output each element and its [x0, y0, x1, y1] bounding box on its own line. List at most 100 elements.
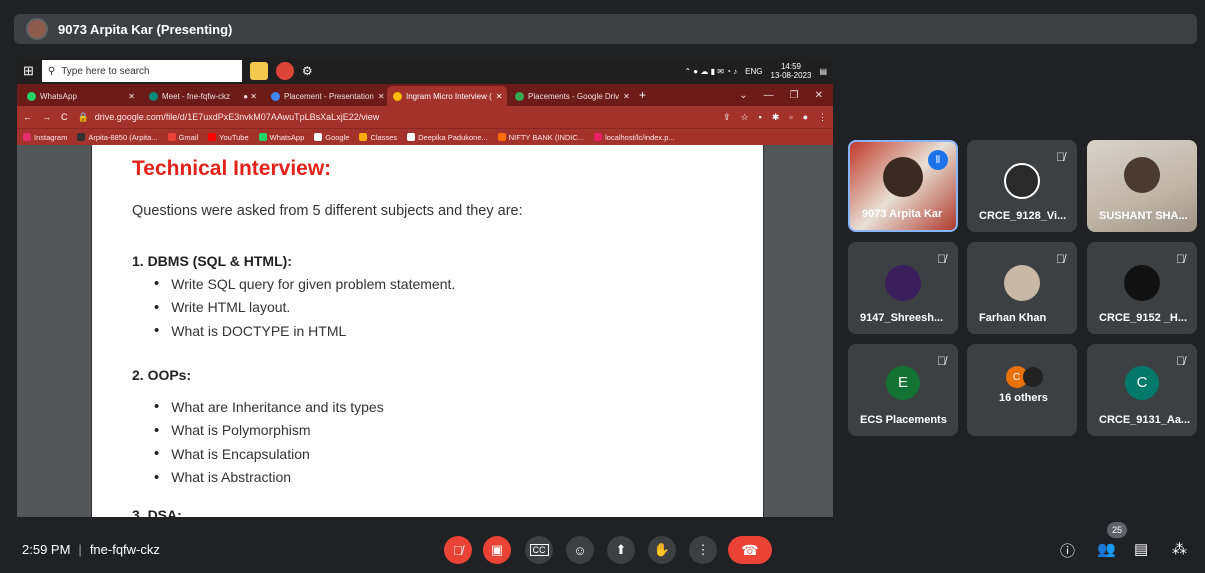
leave-call-button[interactable]: ☎: [728, 536, 772, 564]
activities-icon: ⁂: [1172, 541, 1187, 558]
tab-favicon-icon: [515, 91, 524, 101]
list-item: What are Inheritance and its types: [154, 395, 383, 419]
taskbar-search: ⚲ Type here to search: [41, 60, 242, 82]
chat-button[interactable]: ▤: [1134, 540, 1148, 558]
taskbar-search-placeholder: Type here to search: [61, 65, 150, 77]
windows-taskbar: ⊞ ⚲ Type here to search ⚙ ⌃ ● ☁ ▮ ✉ ◔ ♪ …: [17, 58, 833, 84]
bookmark-item: Arpita-8850 (Arpita...: [77, 133, 158, 142]
mic-toggle-button[interactable]: 🎙̸: [444, 536, 472, 564]
raise-hand-button[interactable]: ✋: [648, 536, 676, 564]
activities-button[interactable]: ⁂: [1172, 540, 1187, 558]
participant-tile[interactable]: 🎙̸ Farhan Khan: [967, 242, 1077, 334]
restore-icon: ❐: [789, 89, 799, 101]
lock-icon: 🔒: [77, 111, 89, 122]
search-icon: ⚲: [47, 65, 56, 77]
tab-favicon-icon: [27, 91, 36, 101]
reactions-button[interactable]: ☺: [566, 536, 594, 564]
participant-tile[interactable]: 🎙̸ E ECS Placements: [848, 344, 958, 436]
star-icon: ☆: [740, 111, 749, 122]
participant-name: 9073 Arpita Kar: [862, 208, 943, 220]
bookmark-label: NIFTY BANK (INDIC...: [508, 132, 585, 142]
mic-off-icon: 🎙̸: [1176, 354, 1185, 368]
participant-tile[interactable]: 🎙̸ CRCE_9128_Vi...: [967, 140, 1077, 232]
gmail-icon: [167, 133, 176, 141]
participant-video: [883, 157, 923, 198]
chat-icon: ▤: [1134, 541, 1149, 558]
bookmark-item: WhatsApp: [258, 133, 304, 142]
more-options-button[interactable]: ⋮: [689, 536, 717, 564]
google-icon: [314, 133, 323, 141]
participant-tile[interactable]: 🎙̸ CRCE_9152 _H...: [1087, 242, 1197, 334]
captions-icon: CC: [529, 544, 549, 556]
camera-toggle-button[interactable]: ▣: [483, 536, 511, 564]
url-text: drive.google.com/file/d/1E7uxdPxE3nvkM07…: [94, 112, 380, 122]
meeting-details-button[interactable]: ⓘ: [1060, 540, 1075, 561]
tab-label: Placement - Presentation: [284, 91, 374, 101]
github-icon: [77, 133, 86, 141]
participant-name: 9147_Shreesh...: [860, 312, 944, 324]
sidepanel-icon: ▫: [789, 111, 793, 122]
tab-label: Meet - fne-fqfw-ckz: [162, 91, 231, 101]
share-icon: ⇪: [722, 111, 731, 122]
windows-start-icon: ⊞: [23, 63, 34, 78]
shared-screen: ⊞ ⚲ Type here to search ⚙ ⌃ ● ☁ ▮ ✉ ◔ ♪ …: [17, 58, 833, 517]
new-tab-icon: +: [639, 88, 647, 102]
tab-favicon-icon: [271, 91, 280, 101]
participant-avatar: [1004, 163, 1040, 200]
hand-icon: ✋: [653, 542, 671, 557]
participant-tile-others[interactable]: C 16 others: [967, 344, 1077, 436]
people-button[interactable]: 👥: [1097, 540, 1116, 558]
chevron-down-icon: ⌄: [739, 89, 748, 101]
bookmark-item: localhost/lc/index.p...: [594, 133, 675, 142]
mic-off-icon: 🎙̸: [1176, 252, 1185, 266]
participant-name: 16 others: [999, 392, 1048, 404]
back-icon: ←: [23, 112, 32, 122]
youtube-icon: [208, 133, 217, 141]
participant-tile[interactable]: 🎙̸ C CRCE_9131_Aa...: [1087, 344, 1197, 436]
tab-close-icon: ✕: [495, 91, 503, 101]
phone-hangup-icon: ☎: [741, 541, 759, 558]
classroom-icon: [359, 133, 368, 141]
mic-off-icon: 🎙̸: [937, 252, 946, 266]
participant-avatar: [1004, 265, 1040, 302]
emoji-icon: ☺: [573, 542, 587, 558]
tray-time: 14:59: [780, 62, 801, 71]
bookmark-label: Classes: [370, 132, 398, 142]
bookmark-label: Google: [325, 132, 350, 142]
document-page: Technical Interview: Questions were aske…: [91, 145, 764, 517]
bookmark-label: localhost/lc/index.p...: [605, 132, 675, 142]
participant-name: SUSHANT SHA...: [1099, 210, 1188, 222]
list-item: What is Abstraction: [154, 466, 384, 490]
notification-icon: ▤: [819, 66, 827, 76]
meeting-info: 2:59 PM | fne-fqfw-ckz: [22, 542, 160, 557]
participant-video: [1124, 156, 1160, 193]
localhost-icon: [594, 133, 603, 141]
captions-button[interactable]: CC: [525, 536, 553, 564]
tab-close-icon: ✕: [377, 91, 385, 101]
browser-tab-active: Ingram Micro Interview (✕: [387, 86, 507, 106]
presenter-title: 9073 Arpita Kar (Presenting): [58, 21, 233, 37]
participant-tile[interactable]: ⦀ 9073 Arpita Kar: [848, 140, 958, 232]
participant-avatar: [885, 265, 921, 302]
profile-icon: ●: [802, 111, 808, 122]
chrome-icon: [275, 62, 294, 80]
participant-name: CRCE_9131_Aa...: [1099, 414, 1191, 426]
mic-off-icon: 🎙̸: [1056, 252, 1065, 266]
window-controls: ⌄ — ❐ ✕: [739, 90, 833, 101]
presenter-bar: 9073 Arpita Kar (Presenting): [14, 14, 1197, 44]
browser-tab: Placement - Presentation ✕: [265, 86, 385, 106]
participant-tile[interactable]: 🎙̸ 9147_Shreesh...: [848, 242, 958, 334]
camera-off-icon: ▣: [490, 542, 504, 557]
section-heading: 2. OOPs:: [132, 367, 192, 383]
participant-name: CRCE_9152 _H...: [1099, 312, 1188, 324]
present-button[interactable]: ⬆: [607, 536, 635, 564]
bullet-list: Write SQL query for given problem statem…: [154, 272, 455, 343]
settings-icon: ⚙: [301, 64, 313, 78]
bookmark-item: Google: [314, 133, 349, 142]
participant-initial: E: [886, 365, 920, 400]
speaking-indicator-icon: ⦀: [928, 150, 948, 170]
tab-label: WhatsApp: [40, 91, 77, 101]
participant-name: Farhan Khan: [979, 312, 1047, 324]
section-heading: 3. DSA:: [132, 507, 182, 517]
participant-tile[interactable]: SUSHANT SHA...: [1087, 140, 1197, 232]
